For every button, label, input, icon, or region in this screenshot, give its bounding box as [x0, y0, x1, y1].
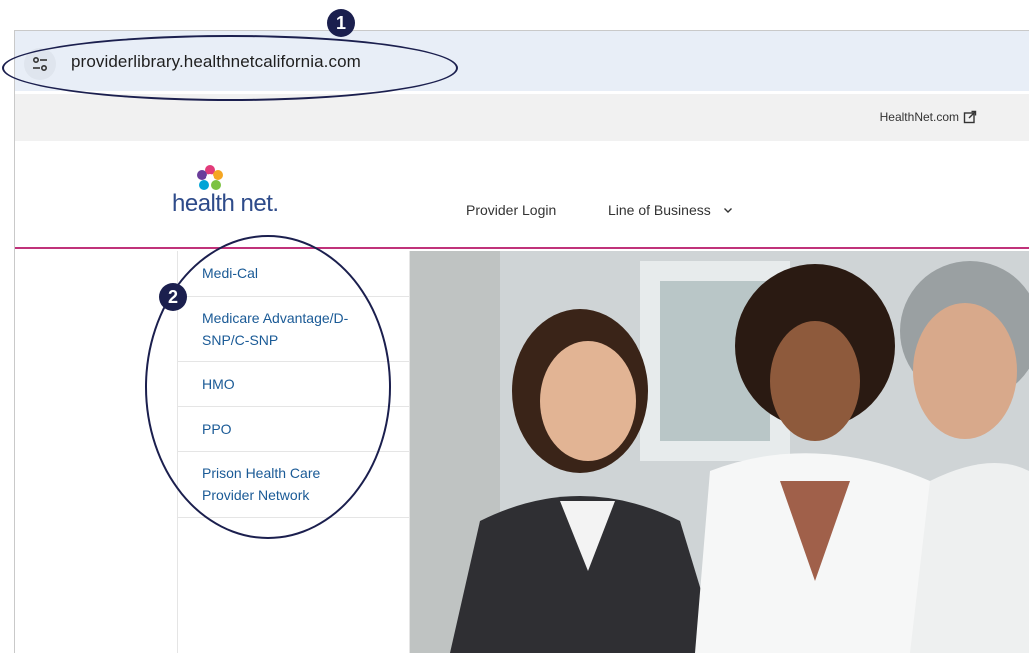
- annotation-badge-1: 1: [327, 9, 355, 37]
- hero-photo-illustration: [410, 251, 1029, 653]
- nav-line-of-business-label: Line of Business: [608, 202, 711, 218]
- nav-provider-login[interactable]: Provider Login: [466, 202, 556, 218]
- hero-image: [410, 251, 1029, 653]
- annotation-ellipse-2: [145, 235, 391, 539]
- logo-wordmark: health net.: [172, 190, 279, 217]
- chevron-down-icon: [723, 207, 732, 213]
- nav-line-of-business[interactable]: Line of Business: [608, 202, 733, 218]
- external-link-label: HealthNet.com: [879, 110, 959, 124]
- annotation-badge-2: 2: [159, 283, 187, 311]
- header-divider: [15, 247, 1029, 249]
- external-link-icon: [963, 110, 977, 124]
- healthnet-external-link[interactable]: HealthNet.com: [880, 110, 977, 124]
- health-net-logo[interactable]: health net.: [172, 162, 312, 218]
- utility-strip: [15, 94, 1029, 141]
- annotation-ellipse-1: [2, 35, 458, 101]
